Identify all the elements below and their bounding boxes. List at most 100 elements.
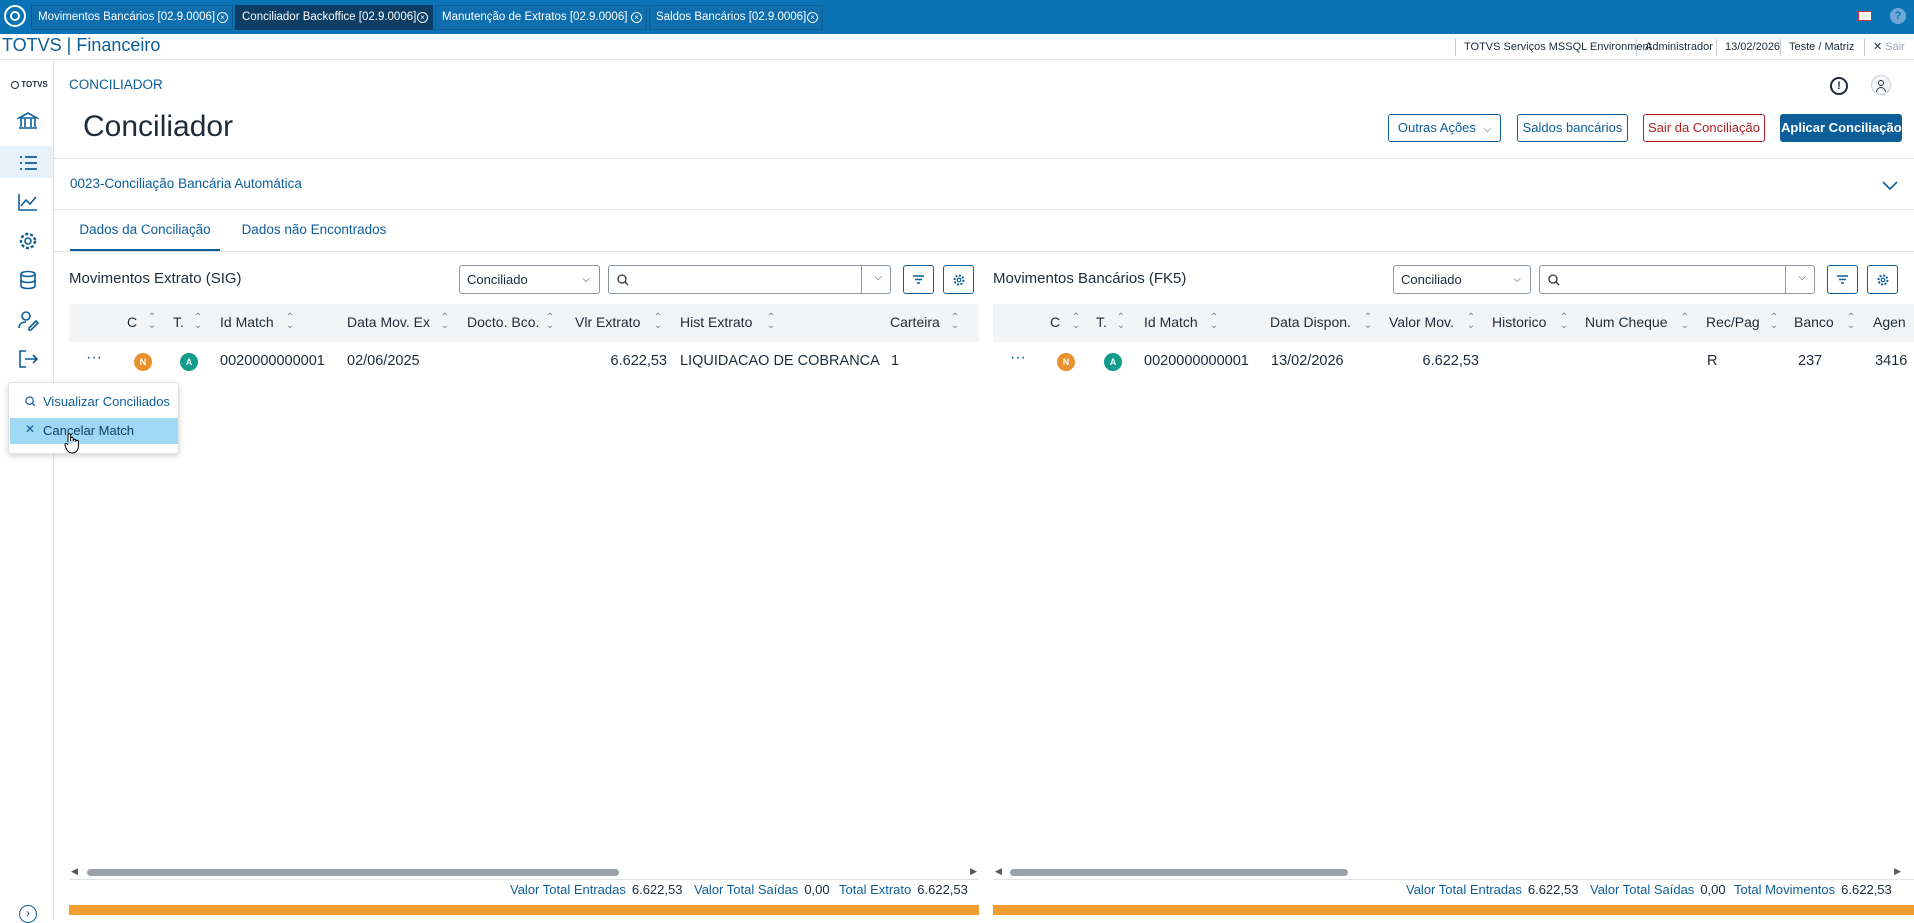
- tab-conciliador-backoffice[interactable]: Conciliador Backoffice [02.9.0006] ×: [235, 5, 433, 30]
- apply-reconciliation-button[interactable]: Aplicar Conciliação: [1780, 114, 1902, 142]
- search-icon: [25, 396, 36, 407]
- right-search-input[interactable]: ⌵: [1539, 265, 1815, 294]
- menu-item-label: Visualizar Conciliados: [43, 394, 170, 409]
- gear-icon[interactable]: [17, 230, 39, 252]
- col-carteira[interactable]: Carteira: [890, 314, 940, 330]
- database-icon[interactable]: [17, 269, 39, 291]
- sidebar-logo: TOTVS: [11, 80, 48, 89]
- col-t[interactable]: T.: [1096, 314, 1107, 330]
- left-filter-button[interactable]: [903, 265, 934, 294]
- chevron-down-icon[interactable]: [1881, 176, 1899, 194]
- chart-icon[interactable]: [17, 191, 39, 213]
- col-valor-mov[interactable]: Valor Mov.: [1389, 314, 1454, 330]
- close-icon: ✕: [25, 422, 36, 436]
- exit-reconciliation-button[interactable]: Sair da Conciliação: [1643, 114, 1765, 142]
- sort-icon[interactable]: ⌃ ⌄: [147, 313, 157, 331]
- balances-button[interactable]: Saldos bancários: [1517, 114, 1628, 142]
- bank-icon[interactable]: [17, 110, 39, 132]
- sort-icon[interactable]: ⌃ ⌄: [193, 313, 203, 331]
- sort-icon[interactable]: ⌃ ⌄: [1363, 313, 1373, 331]
- close-icon[interactable]: ×: [217, 12, 228, 23]
- chevron-right-icon[interactable]: ›: [19, 905, 37, 923]
- more-actions-button[interactable]: Outras Ações ⌵: [1388, 114, 1501, 142]
- breadcrumb[interactable]: CONCILIADOR: [69, 77, 163, 92]
- sort-icon[interactable]: ⌃ ⌄: [1071, 313, 1081, 331]
- col-vlr-extrato[interactable]: Vlr Extrato: [575, 314, 640, 330]
- totvs-logo-icon: [4, 5, 26, 27]
- right-filter-button[interactable]: [1827, 265, 1858, 294]
- right-settings-button[interactable]: [1867, 265, 1898, 294]
- help-icon[interactable]: ?: [1890, 8, 1906, 24]
- row-menu-button[interactable]: ···: [1010, 349, 1026, 367]
- status-badge-c: N: [1057, 353, 1075, 371]
- chevron-down-icon[interactable]: ⌵: [874, 272, 882, 283]
- sort-icon[interactable]: ⌃ ⌄: [1846, 313, 1856, 331]
- sort-icon[interactable]: ⌃ ⌄: [1680, 313, 1690, 331]
- close-icon[interactable]: ×: [631, 12, 642, 23]
- logout-icon[interactable]: [17, 348, 39, 370]
- sort-icon[interactable]: ⌃ ⌄: [1116, 313, 1126, 331]
- tab-manutencao-extratos[interactable]: Manutenção de Extratos [02.9.0006] ×: [435, 5, 647, 30]
- user-edit-icon[interactable]: [17, 309, 39, 331]
- left-filter-select[interactable]: Conciliado ⌵: [459, 265, 600, 294]
- date-label: 13/02/2026: [1716, 38, 1788, 56]
- scroll-left-icon[interactable]: ◀: [71, 866, 78, 877]
- col-docto-bco[interactable]: Docto. Bco.: [467, 314, 539, 330]
- right-filter-select[interactable]: Conciliado ⌵: [1393, 265, 1531, 294]
- left-horizontal-scrollbar[interactable]: ◀ ▶: [69, 866, 979, 878]
- col-rec-pag[interactable]: Rec/Pag: [1706, 314, 1760, 330]
- col-t[interactable]: T.: [173, 314, 184, 330]
- sort-icon[interactable]: ⌃ ⌄: [545, 313, 555, 331]
- scroll-left-icon[interactable]: ◀: [995, 866, 1002, 877]
- tab-movimentos-bancarios[interactable]: Movimentos Bancários [02.9.0006] ×: [31, 5, 233, 30]
- col-data-dispon[interactable]: Data Dispon.: [1270, 314, 1351, 330]
- col-historico[interactable]: Historico: [1492, 314, 1546, 330]
- row-menu-button[interactable]: ···: [86, 349, 102, 367]
- right-horizontal-scrollbar[interactable]: ◀ ▶: [993, 866, 1903, 878]
- info-icon[interactable]: !: [1830, 77, 1848, 95]
- scroll-thumb[interactable]: [87, 869, 619, 876]
- exit-link[interactable]: ✕ Sair: [1864, 38, 1913, 56]
- close-icon[interactable]: ×: [807, 12, 818, 23]
- sort-icon[interactable]: ⌃ ⌄: [1559, 313, 1569, 331]
- sort-icon[interactable]: ⌃ ⌄: [1769, 313, 1779, 331]
- sort-icon[interactable]: ⌃ ⌄: [653, 313, 663, 331]
- menu-item-visualizar-conciliados[interactable]: Visualizar Conciliados: [10, 389, 178, 415]
- sort-icon[interactable]: ⌃ ⌄: [1466, 313, 1476, 331]
- col-data-mov[interactable]: Data Mov. Ex: [347, 314, 430, 330]
- col-hist-extrato[interactable]: Hist Extrato: [680, 314, 752, 330]
- profile-icon[interactable]: [1871, 75, 1891, 95]
- col-id-match[interactable]: Id Match: [1144, 314, 1198, 330]
- sort-icon[interactable]: ⌃ ⌄: [766, 313, 776, 331]
- tab-saldos-bancarios[interactable]: Saldos Bancários [02.9.0006] ×: [649, 5, 823, 30]
- page-title: Conciliador: [83, 110, 234, 143]
- col-banco[interactable]: Banco: [1794, 314, 1834, 330]
- col-c[interactable]: C: [1050, 314, 1060, 330]
- tab-dados-conciliacao[interactable]: Dados da Conciliação: [70, 218, 220, 252]
- config-accordion[interactable]: 0023-Conciliação Bancária Automática: [54, 158, 1914, 210]
- close-icon[interactable]: ×: [417, 12, 428, 23]
- total-value: 6.622,53: [631, 882, 683, 897]
- scroll-right-icon[interactable]: ▶: [970, 866, 977, 877]
- col-id-match[interactable]: Id Match: [220, 314, 274, 330]
- scroll-right-icon[interactable]: ▶: [1894, 866, 1901, 877]
- total-label: Valor Total Saídas: [694, 882, 799, 897]
- sort-icon[interactable]: ⌃ ⌄: [1209, 313, 1219, 331]
- right-table-title: Movimentos Bancários (FK5): [993, 270, 1187, 287]
- mail-icon[interactable]: [1858, 11, 1872, 21]
- list-icon[interactable]: [17, 152, 39, 174]
- left-settings-button[interactable]: [943, 265, 974, 294]
- col-agencia[interactable]: Agen: [1873, 314, 1906, 330]
- chevron-down-icon[interactable]: ⌵: [1798, 272, 1806, 283]
- sort-icon[interactable]: ⌃ ⌄: [440, 313, 450, 331]
- col-c[interactable]: C: [127, 314, 137, 330]
- scroll-thumb[interactable]: [1010, 869, 1348, 876]
- tab-dados-nao-encontrados[interactable]: Dados não Encontrados: [236, 218, 392, 252]
- filter-icon: [1837, 275, 1848, 284]
- sort-icon[interactable]: ⌃ ⌄: [950, 313, 960, 331]
- col-num-cheque[interactable]: Num Cheque: [1585, 314, 1668, 330]
- sort-icon[interactable]: ⌃ ⌄: [285, 313, 295, 331]
- cell-valor: 6.622,53: [1422, 353, 1479, 369]
- left-search-input[interactable]: ⌵: [608, 265, 891, 294]
- menu-item-cancelar-match[interactable]: ✕ Cancelar Match: [10, 418, 178, 444]
